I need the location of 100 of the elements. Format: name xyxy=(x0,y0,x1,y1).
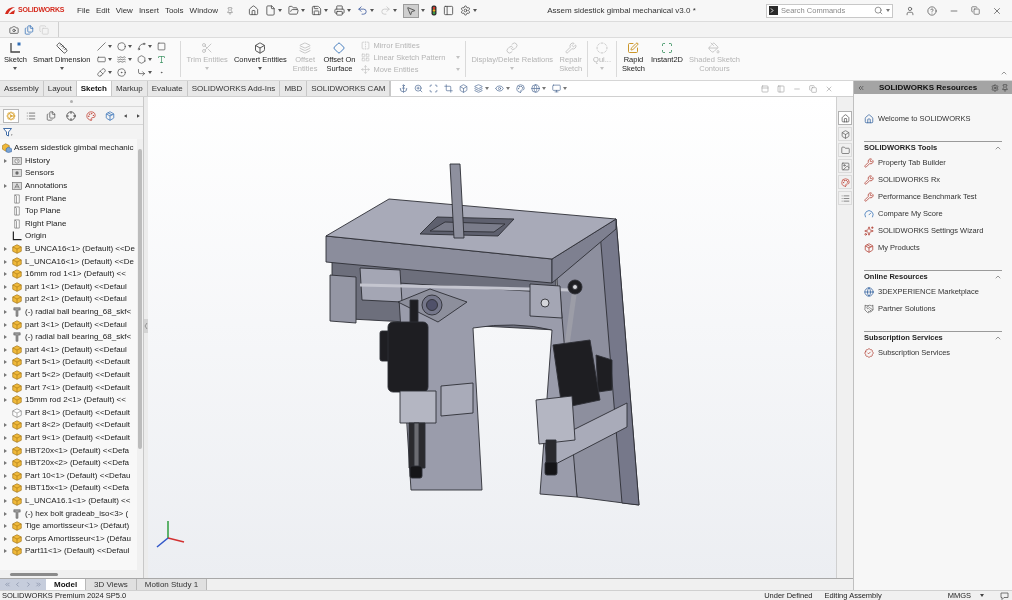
home-icon[interactable] xyxy=(248,5,260,16)
caret-icon[interactable] xyxy=(108,71,113,74)
tree-item[interactable]: Corps Amortisseur<1> (Défau xyxy=(25,534,131,543)
monitor-icon[interactable] xyxy=(552,84,562,93)
vertical-scrollbar[interactable] xyxy=(138,149,142,449)
tree-item[interactable]: part 4<1> (Default) <<Defaul xyxy=(25,345,127,354)
settings-icon[interactable] xyxy=(991,83,999,92)
tree-item[interactable]: Part 8<2> (Default) <<Default xyxy=(25,421,130,430)
filter-icon[interactable] xyxy=(3,127,13,137)
expand-arrow-icon[interactable] xyxy=(4,549,7,554)
caret-icon[interactable] xyxy=(563,87,568,90)
pin-icon[interactable] xyxy=(1001,83,1009,92)
camera-icon[interactable] xyxy=(9,24,19,35)
files-icon[interactable] xyxy=(24,24,34,35)
circle-icon[interactable] xyxy=(117,42,127,51)
expand-arrow-icon[interactable] xyxy=(4,486,7,491)
document-icon[interactable] xyxy=(265,5,277,16)
menu-item[interactable]: Insert xyxy=(135,4,162,17)
expand-arrow-icon[interactable] xyxy=(4,297,7,302)
caret-right-icon[interactable] xyxy=(137,113,140,118)
expand-arrow-icon[interactable] xyxy=(4,247,7,252)
tree-item[interactable]: L_UNCA16.1<1> (Default) << xyxy=(25,496,131,505)
caret-icon[interactable] xyxy=(148,45,153,48)
menu-item[interactable]: Edit xyxy=(92,4,113,17)
expand-arrow-icon[interactable] xyxy=(4,272,7,277)
pin-icon[interactable] xyxy=(226,6,235,15)
caret-icon[interactable] xyxy=(324,9,329,12)
capsule-icon[interactable] xyxy=(97,68,107,77)
horizontal-scrollbar[interactable] xyxy=(10,572,58,576)
spline-icon[interactable] xyxy=(137,42,147,51)
caret-icon[interactable] xyxy=(980,594,984,597)
expand-arrow-icon[interactable] xyxy=(4,385,7,390)
square-icon[interactable] xyxy=(157,42,167,51)
caret-icon[interactable] xyxy=(13,67,18,70)
tree-item[interactable]: L_UNCA16<1> (Default) <<De xyxy=(25,257,134,266)
menu-item[interactable]: File xyxy=(74,4,93,17)
tree-item[interactable]: 16mm rod 1<1> (Default) << xyxy=(25,270,126,279)
expand-arrow-icon[interactable] xyxy=(4,448,7,453)
close-icon[interactable] xyxy=(992,5,1002,16)
line-icon[interactable] xyxy=(97,42,107,51)
tree-item[interactable]: Part 5<2> (Default) <<Default xyxy=(25,371,130,379)
restore-icon[interactable] xyxy=(971,6,980,15)
caret-icon[interactable] xyxy=(278,9,283,12)
tree-item[interactable]: Tige amortisseur<1> (Défaut) xyxy=(25,522,130,531)
select-tool-button[interactable] xyxy=(403,3,420,18)
expand-arrow-icon[interactable] xyxy=(4,335,7,340)
task-pane-tab[interactable] xyxy=(838,159,852,173)
help-icon[interactable] xyxy=(927,5,937,16)
tree-item[interactable]: Part 7<1> (Default) <<Default xyxy=(25,383,130,392)
panel-icon[interactable] xyxy=(443,5,455,16)
expand-arrow-icon[interactable] xyxy=(4,536,7,541)
chevron-up-icon[interactable] xyxy=(994,273,1002,281)
caret-icon[interactable] xyxy=(301,9,306,12)
text-icon[interactable] xyxy=(157,55,167,64)
cube-icon[interactable] xyxy=(459,84,469,93)
expand-arrow-icon[interactable] xyxy=(4,310,7,314)
double-chevron-left-icon[interactable] xyxy=(857,83,865,92)
expand-arrow-icon[interactable] xyxy=(4,322,7,327)
tree-item[interactable]: Top Plane xyxy=(25,207,61,216)
expand-arrow-icon[interactable] xyxy=(4,347,7,352)
globe-icon[interactable] xyxy=(531,84,541,93)
traffic-light-icon[interactable] xyxy=(431,5,438,16)
caret-icon[interactable] xyxy=(886,9,890,12)
scan-frame-icon[interactable] xyxy=(429,84,439,93)
expand-arrow-icon[interactable] xyxy=(4,360,7,365)
tree-item[interactable]: Part 9<1> (Default) <<Default xyxy=(25,433,130,442)
tree-item[interactable]: Origin xyxy=(25,232,47,241)
tree-item[interactable]: History xyxy=(25,156,50,165)
expand-arrow-icon[interactable] xyxy=(4,511,7,516)
search-icon[interactable] xyxy=(874,6,883,15)
tree-item[interactable]: part 1<1> (Default) <<Defaul xyxy=(25,282,127,291)
user-icon[interactable] xyxy=(905,5,915,16)
caret-left-icon[interactable] xyxy=(124,113,128,118)
speech-bubble-icon[interactable] xyxy=(1000,591,1009,600)
caret-icon[interactable] xyxy=(108,45,113,48)
chevron-up-icon[interactable] xyxy=(1000,69,1008,77)
save-icon[interactable] xyxy=(311,5,323,16)
caret-icon[interactable] xyxy=(485,87,490,90)
expand-arrow-icon[interactable] xyxy=(4,373,7,377)
chevron-up-icon[interactable] xyxy=(994,144,1002,152)
layers-icon[interactable] xyxy=(474,84,484,93)
tree-item[interactable]: Front Plane xyxy=(25,194,67,203)
caret-icon[interactable] xyxy=(347,9,352,12)
tree-item[interactable]: B_UNCA16<1> (Default) <<De xyxy=(25,245,135,254)
task-pane-tab[interactable] xyxy=(838,111,852,125)
bottom-tab[interactable]: 3D Views xyxy=(86,579,137,590)
caret-icon[interactable] xyxy=(473,9,478,12)
tree-item[interactable]: Right Plane xyxy=(25,219,67,228)
expand-arrow-icon[interactable] xyxy=(4,259,7,264)
collapse-handle-icon[interactable] xyxy=(144,319,148,333)
caret-icon[interactable] xyxy=(128,45,133,48)
tree-item[interactable]: (-) radial ball bearing_68_skf< xyxy=(25,308,132,316)
circle-dot-icon[interactable] xyxy=(117,68,127,77)
tree-item[interactable]: Sensors xyxy=(25,169,55,178)
expand-arrow-icon[interactable] xyxy=(4,524,7,529)
caret-icon[interactable] xyxy=(148,71,153,74)
tree-item[interactable]: HBT20x<2> (Default) <<Defa xyxy=(25,459,130,468)
open-folder-icon[interactable] xyxy=(288,5,300,16)
caret-icon[interactable] xyxy=(148,58,153,61)
caret-icon[interactable] xyxy=(370,9,375,12)
